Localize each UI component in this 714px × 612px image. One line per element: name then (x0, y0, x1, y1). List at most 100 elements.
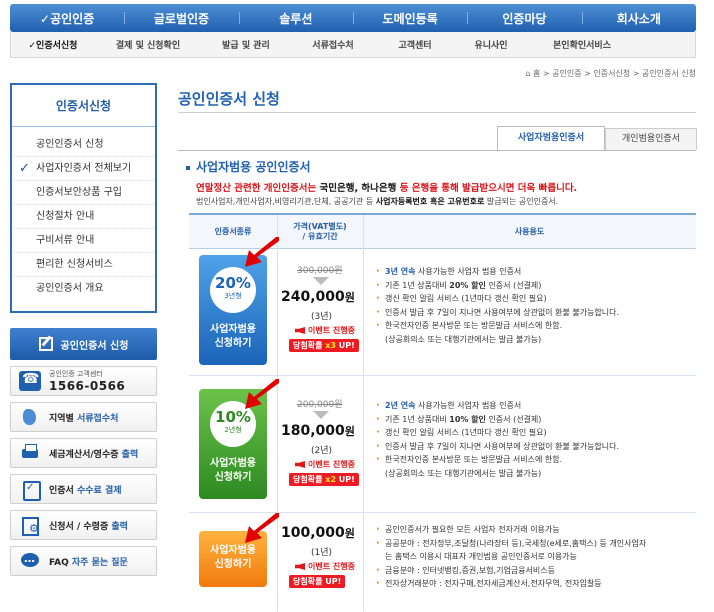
list-item: 금융분야 : 인터넷뱅킹,증권,보험,기업금융서비스등 (373, 564, 693, 578)
list-item: 기존 1년 상품대비 20% 할인 인증서 (선결제) (373, 279, 693, 293)
sale-price: 240,000원 (281, 289, 355, 305)
sidebar-item-security[interactable]: 인증서보안상품 구입 (12, 181, 155, 205)
divider (277, 215, 278, 611)
cta-line: 사업자범용 (210, 545, 256, 556)
tax-invoice-print-button[interactable]: 세금계산서/영수증 출력 (10, 438, 157, 468)
topnav-item-solution[interactable]: 솔루션 (238, 10, 353, 27)
down-arrow-icon (313, 411, 329, 419)
list-item: 공인인증서가 필요한 모든 사업자 전자거래 이용가능 (373, 523, 693, 537)
faq-button[interactable]: FAQ 자주 묻는 질문 (10, 546, 157, 576)
validity-period: (2년) (311, 446, 333, 456)
sidebar-item-convenient[interactable]: 편리한 신청서비스 (12, 253, 155, 277)
badge-text: UP! (335, 475, 355, 484)
usage-bold: 10% 할인 (449, 414, 486, 424)
validity-period: (1년) (311, 548, 333, 558)
divider (178, 150, 696, 151)
section-title-text: 사업자범용 공인인증서 (196, 160, 311, 174)
usage-list: 3년 연속 사용가능한 사업자 범용 인증서 기존 1년 상품대비 20% 할인… (373, 265, 693, 346)
subnav-item-docs[interactable]: 서류접수처 (291, 38, 375, 51)
sidebar-item-procedure[interactable]: 신청절차 안내 (12, 205, 155, 229)
usage-text: 전자상거래분야 : 전자구매,전자세금계산서,전자무역, 전자입찰등 (385, 579, 602, 588)
header-price: 가격(VAT별도) / 유효기간 (293, 222, 347, 241)
subnav-item-issue[interactable]: 발급 및 관리 (201, 38, 291, 51)
subnav-item-identity[interactable]: 본인확인서비스 (527, 38, 637, 51)
original-price: 300,000원 (297, 266, 343, 276)
home-icon[interactable]: ⌂ (525, 69, 530, 78)
megaphone-icon (295, 327, 305, 334)
customer-center-box[interactable]: 공인인증 고객센터1566-0566 (10, 366, 157, 396)
usage-subtext: (상공회의소 또는 대행기관에서는 발급 불가능) (385, 334, 542, 344)
discount-percent: 20% (215, 274, 251, 292)
usage-text: 금융분야 : 인터넷뱅킹,증권,보험,기업금융서비스등 (385, 565, 555, 575)
sidebar-item-overview[interactable]: 공인인증서 개요 (12, 277, 155, 301)
topnav-item-global-cert[interactable]: 글로벌인증 (124, 10, 238, 27)
list-item: 인증서 발급 후 7일이 지나면 사용여부에 상관없이 환불 불가능합니다. (373, 306, 693, 320)
application-print-button[interactable]: 신청서 / 수령증 출력 (10, 510, 157, 540)
tab-personal-cert[interactable]: 개인범용인증서 (605, 128, 697, 150)
top-nav: ✓공인인증 글로벌인증 솔루션 도메인등록 인증마당 회사소개 (10, 4, 696, 32)
apply-certificate-button[interactable]: 공인인증서 신청 (10, 328, 157, 360)
megaphone-icon (295, 461, 305, 468)
header-usage: 사용용도 (514, 227, 545, 236)
chat-bubble-icon (19, 551, 41, 571)
megaphone-icon (295, 563, 305, 570)
topnav-item-company[interactable]: 회사소개 (581, 10, 696, 27)
currency-unit: 원 (344, 425, 355, 438)
sidebar-item-view-all[interactable]: ✓ 사업자인증서 전체보기 (12, 157, 155, 181)
sale-price: 100,000원 (281, 525, 355, 541)
usage-text: 갱신 확인 알림 서비스 (1년마다 갱신 확인 필요) (385, 428, 547, 437)
fee-payment-button[interactable]: 인증서 수수료 결제 (10, 474, 157, 504)
sidebar-item-documents[interactable]: 구비서류 안내 (12, 229, 155, 253)
topnav-item-domain[interactable]: 도메인등록 (352, 10, 467, 27)
badge-text: UP! (335, 341, 355, 350)
topnav-item-cert-plaza[interactable]: 인증마당 (467, 10, 581, 27)
cta-line: 사업자범용 (210, 458, 256, 469)
sidebar-item-apply[interactable]: 공인인증서 신청 (12, 133, 155, 157)
divider (363, 215, 364, 611)
apply-3year-button[interactable]: 20% 3년형 사업자범용 신청하기 (199, 255, 267, 365)
currency-unit: 원 (344, 527, 355, 540)
usage-text: 기존 1년 상품대비 (385, 414, 450, 424)
cta-line: 신청하기 (214, 338, 252, 349)
badge-text: 당첨확률 (293, 577, 326, 586)
notice-text: 연말정산 관련한 개인인증서는 국민은행, 하나은행 등 은행을 통해 발급받으… (196, 180, 577, 194)
usage-text: 인증서 (선결제) (485, 280, 542, 290)
regional-office-button[interactable]: 지역별 서류접수처 (10, 402, 157, 432)
edit-icon (38, 337, 53, 351)
subnav-item-unisign[interactable]: 유니사인 (455, 38, 527, 51)
sub-nav: ✓인증서신청 결제 및 신청확인 발급 및 관리 서류접수처 고객센터 유니사인… (10, 32, 696, 58)
list-item: 2년 연속 사용가능한 사업자 범용 인증서 (373, 399, 693, 413)
badge-text: 당첨확률 (293, 475, 326, 484)
sale-price-value: 180,000 (281, 423, 345, 439)
usage-text: 사용가능한 사업자 범용 인증서 (415, 267, 522, 276)
subnav-item-apply[interactable]: ✓인증서신청 (11, 38, 95, 51)
sidebar-item-label: 편리한 신청서비스 (36, 259, 113, 270)
usage-text: 한국전자인증 본사방문 또는 방문발급 서비스에 한함. (385, 321, 563, 330)
win-rate-badge: 당첨확률 UP! (289, 575, 346, 588)
subnav-item-payment[interactable]: 결제 및 신청확인 (95, 38, 201, 51)
usage-text: 인증서 발급 후 7일이 지나면 사용여부에 상관없이 환불 불가능합니다. (385, 307, 620, 317)
desc-part: 발급되는 공인인증서. (484, 197, 559, 206)
event-label: 이벤트 진행중 (295, 561, 355, 572)
usage-text: 한국전자인증 본사방문 또는 방문발급 서비스에 한함. (385, 455, 563, 464)
divider (178, 112, 696, 113)
list-item: 공공분야 : 전자정부,조달청(나라장터 등),국세청(e세로,홈택스) 등 개… (373, 537, 693, 564)
breadcrumb: ⌂ 홈 > 공인인증 > 인증서신청 > 공인인증서 신청 (500, 68, 696, 79)
topnav-item-certification[interactable]: ✓공인인증 (10, 10, 124, 27)
tab-business-cert[interactable]: 사업자범용인증서 (497, 126, 605, 150)
sidebar-item-label: 공인인증서 개요 (36, 283, 104, 294)
win-rate-badge: 당첨확률 x3 UP! (289, 339, 359, 352)
link-highlight: 출력 (111, 521, 128, 532)
badge-multiplier: x2 (325, 475, 336, 484)
sidebar-item-label: 공인인증서 신청 (36, 139, 104, 150)
subnav-item-support[interactable]: 고객센터 (375, 38, 455, 51)
usage-text: 공인인증서가 필요한 모든 사업자 전자거래 이용가능 (385, 525, 560, 534)
badge-text: UP! (325, 577, 342, 586)
usage-bold: 20% 할인 (449, 280, 486, 290)
printer-icon (19, 443, 41, 463)
usage-highlight: 2년 연속 (385, 401, 416, 410)
usage-subtext: (상공회의소 또는 대행기관에서는 발급 불가능) (385, 468, 542, 478)
card-check-icon (19, 479, 41, 501)
breadcrumb-text[interactable]: 홈 > 공인인증 > 인증서신청 > 공인인증서 신청 (533, 69, 696, 78)
usage-list: 2년 연속 사용가능한 사업자 범용 인증서 기존 1년 상품대비 10% 할인… (373, 399, 693, 480)
